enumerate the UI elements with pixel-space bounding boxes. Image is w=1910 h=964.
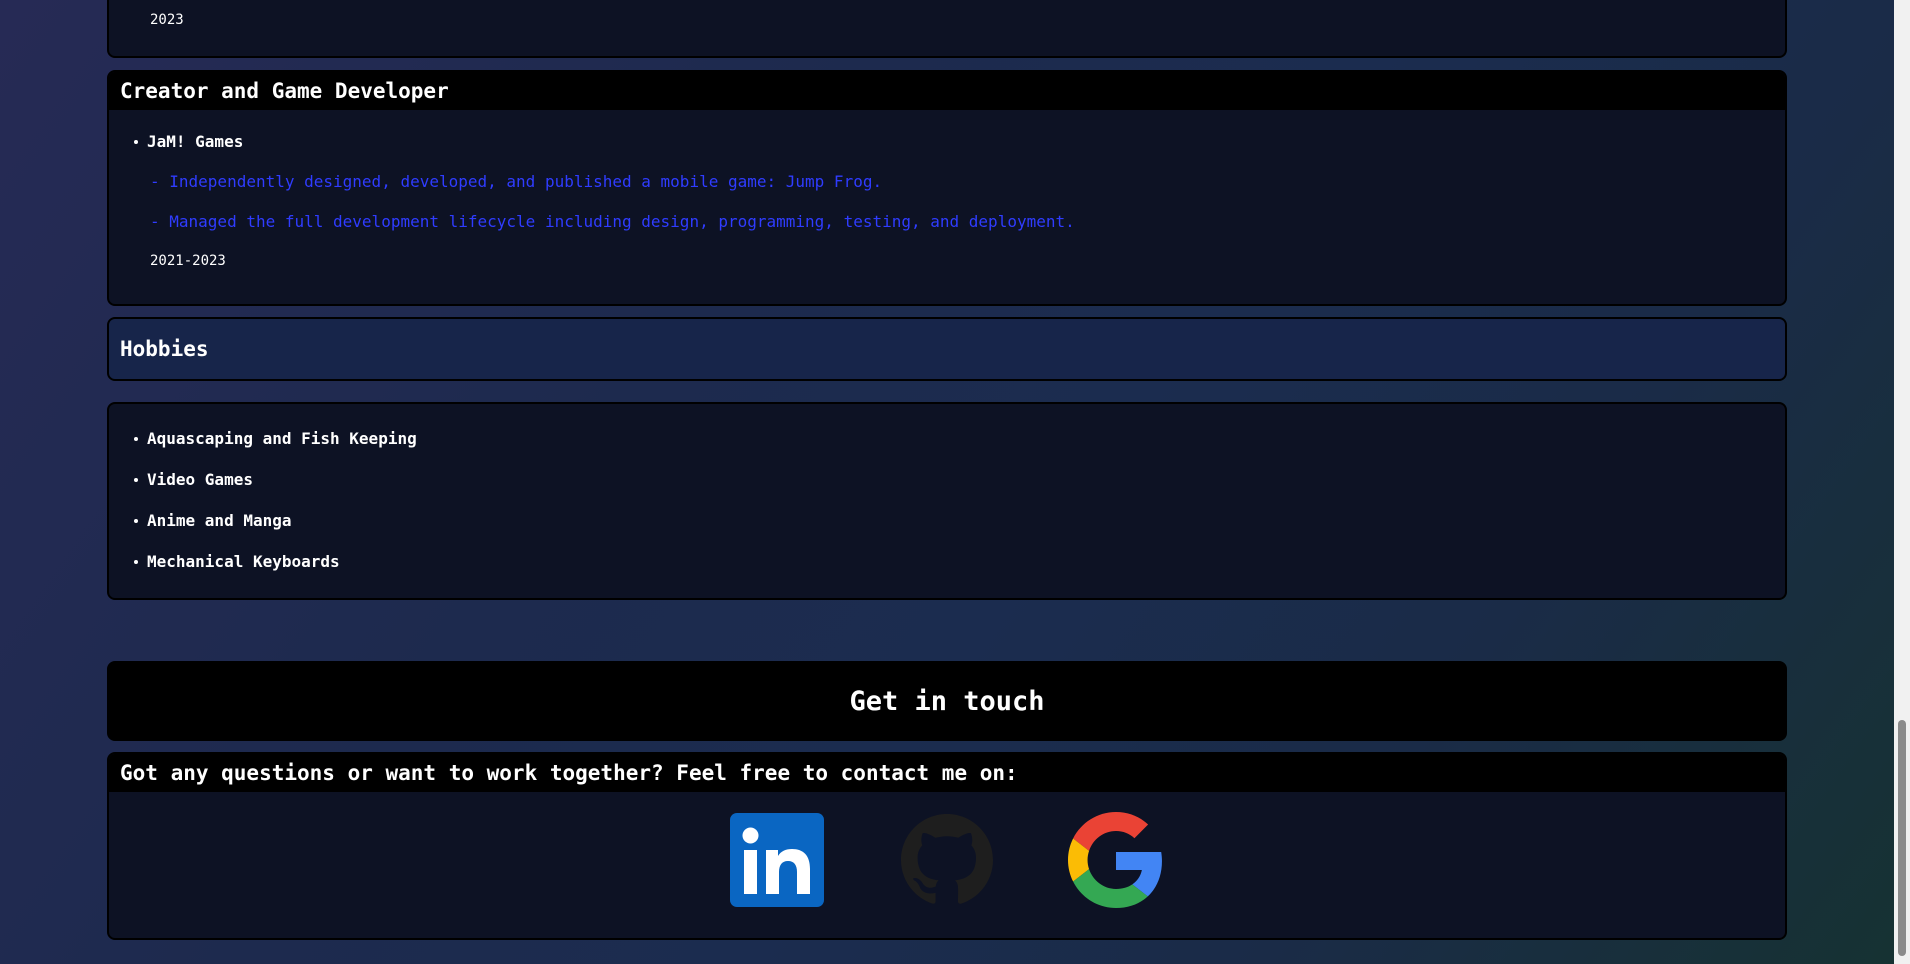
- google-icon: [1068, 812, 1162, 908]
- contact-prompt: Got any questions or want to work togeth…: [109, 754, 1785, 792]
- scrollbar-thumb[interactable]: [1898, 720, 1906, 956]
- page-viewport: 2023 Creator and Game Developer JaM! Gam…: [0, 0, 1894, 964]
- entry-date: 2023: [150, 12, 184, 28]
- list-item: Mechanical Keyboards: [147, 552, 1785, 572]
- google-link[interactable]: [1068, 812, 1164, 908]
- linkedin-icon: [730, 813, 824, 907]
- get-in-touch-card: Get in touch: [107, 661, 1787, 741]
- company-name: JaM! Games: [147, 132, 244, 151]
- get-in-touch-heading: Get in touch: [849, 685, 1045, 717]
- hobbies-list-card: Aquascaping and Fish Keeping Video Games…: [107, 402, 1787, 600]
- entry-date: 2021-2023: [150, 253, 226, 269]
- vertical-scrollbar[interactable]: [1894, 0, 1910, 964]
- hobbies-title: Hobbies: [120, 337, 209, 361]
- github-link[interactable]: [899, 812, 995, 908]
- list-item: JaM! Games: [147, 132, 1785, 152]
- list-item: Anime and Manga: [147, 511, 1785, 531]
- experience-detail: - Independently designed, developed, and…: [150, 172, 883, 191]
- experience-card: Creator and Game Developer JaM! Games - …: [107, 70, 1787, 306]
- list-item: Aquascaping and Fish Keeping: [147, 429, 1785, 449]
- previous-experience-card: 2023: [107, 0, 1787, 58]
- linkedin-link[interactable]: [729, 812, 825, 908]
- github-icon: [901, 814, 993, 904]
- list-item: Video Games: [147, 470, 1785, 490]
- experience-detail: - Managed the full development lifecycle…: [150, 212, 1075, 231]
- hobbies-header-card: Hobbies: [107, 317, 1787, 381]
- experience-title: Creator and Game Developer: [109, 72, 1785, 110]
